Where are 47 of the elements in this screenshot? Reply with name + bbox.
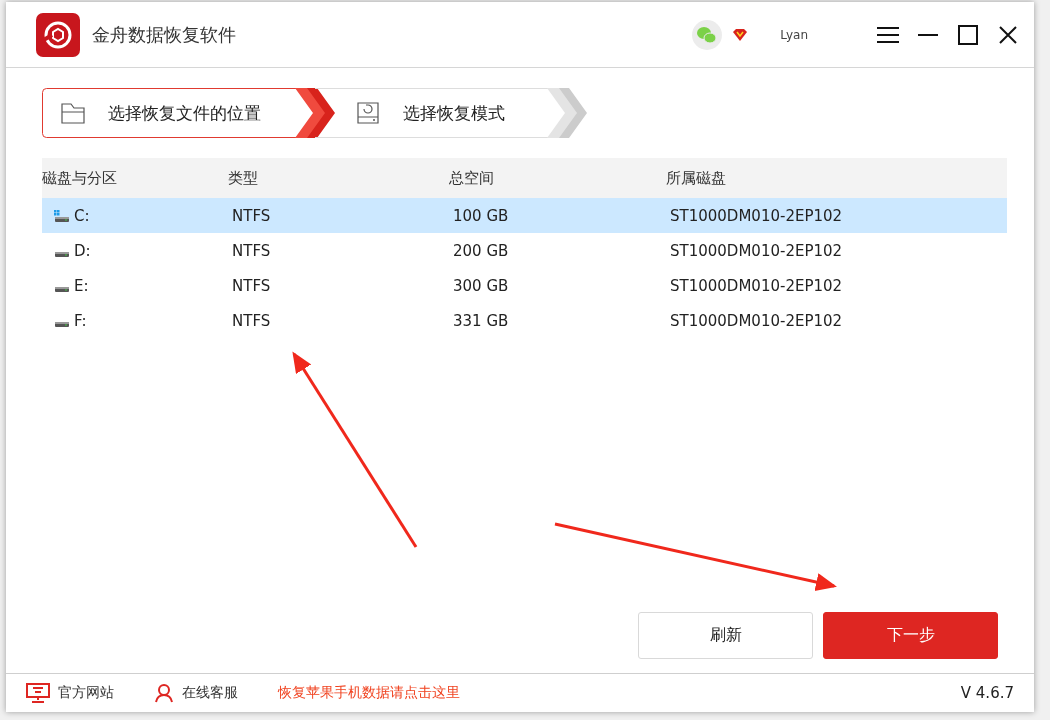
- user-name[interactable]: Lyan: [780, 27, 808, 42]
- table-cell: D:: [74, 241, 91, 260]
- minimize-icon[interactable]: [918, 32, 938, 37]
- footer-link[interactable]: 官方网站: [26, 683, 114, 703]
- table-cell-text: ST1000DM010-2EP102: [669, 311, 844, 330]
- menu-icon[interactable]: [877, 26, 899, 43]
- table-cell: E:: [74, 276, 89, 295]
- next-button[interactable]: 下一步: [823, 612, 998, 659]
- refresh-button[interactable]: 刷新: [638, 612, 813, 659]
- table-cell-text: NTFS: [231, 311, 272, 330]
- drive-icon: [54, 250, 70, 258]
- column-header: 总空间: [448, 168, 495, 188]
- partition-row[interactable]: C: NTFS 100 GB ST1000DM010-2EP102: [42, 198, 1007, 233]
- table-cell-text: ST1000DM010-2EP102: [669, 206, 844, 225]
- table-cell-text: 331 GB: [452, 311, 510, 330]
- window-title: 金舟数据恢复软件: [92, 22, 237, 47]
- table-cell-text: NTFS: [231, 206, 272, 225]
- table-cell: C:: [74, 206, 90, 225]
- promo-link[interactable]: 恢复苹果手机数据请点击这里: [278, 684, 460, 702]
- column-header: 所属磁盘: [665, 168, 727, 188]
- monitor-icon: [26, 683, 50, 703]
- partition-row[interactable]: E: NTFS 300 GB ST1000DM010-2EP102: [42, 268, 1007, 303]
- drive-icon: [54, 320, 70, 328]
- table-cell-text: NTFS: [231, 276, 272, 295]
- table-cell-text: ST1000DM010-2EP102: [669, 241, 844, 260]
- disk-restore-icon: [355, 100, 381, 126]
- partition-row[interactable]: F: NTFS 331 GB ST1000DM010-2EP102: [42, 303, 1007, 338]
- column-header: 磁盘与分区: [42, 168, 118, 188]
- partition-row[interactable]: D: NTFS 200 GB ST1000DM010-2EP102: [42, 233, 1007, 268]
- folder-icon: [60, 100, 86, 126]
- table-cell-text: 300 GB: [452, 276, 510, 295]
- table-cell-text: 100 GB: [452, 206, 510, 225]
- step-tab[interactable]: 选择恢复模式: [315, 88, 587, 138]
- table-cell-text: NTFS: [231, 241, 272, 260]
- table-cell-text: 200 GB: [452, 241, 510, 260]
- footer-link[interactable]: 在线客服: [154, 683, 238, 703]
- maximize-icon[interactable]: [958, 24, 978, 45]
- drive-icon: [54, 285, 70, 293]
- diamond-badge-icon: [732, 27, 749, 42]
- close-icon[interactable]: [999, 25, 1017, 44]
- column-header: 类型: [228, 168, 259, 188]
- version-label: V 4.6.7: [960, 684, 1014, 702]
- user-icon: [154, 683, 174, 703]
- system-drive-icon: [54, 208, 70, 223]
- logo-icon: [36, 12, 80, 57]
- table-cell: F:: [74, 311, 87, 330]
- table-cell-text: ST1000DM010-2EP102: [669, 276, 844, 295]
